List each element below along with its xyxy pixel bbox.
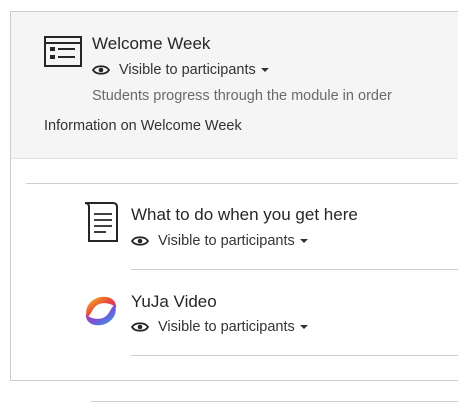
eye-icon: [92, 65, 110, 75]
eye-icon: [131, 236, 149, 246]
visibility-label: Visible to participants: [158, 319, 295, 335]
divider: [91, 401, 458, 402]
module-title[interactable]: Welcome Week: [92, 34, 210, 54]
caret-down-icon: [299, 325, 308, 329]
divider: [131, 269, 458, 270]
item-visibility-dropdown[interactable]: Visible to participants: [131, 233, 308, 249]
divider: [26, 183, 458, 184]
module-visibility-dropdown[interactable]: Visible to participants: [92, 62, 269, 78]
learning-module-icon: [44, 36, 82, 67]
item-title[interactable]: What to do when you get here: [131, 205, 358, 225]
item-title[interactable]: YuJa Video: [131, 292, 217, 312]
module-header: Welcome Week Visible to participants Stu…: [11, 12, 458, 159]
learning-module: Welcome Week Visible to participants Stu…: [10, 11, 458, 381]
eye-icon: [131, 322, 149, 332]
visibility-label: Visible to participants: [119, 62, 256, 78]
visibility-label: Visible to participants: [158, 233, 295, 249]
item-visibility-dropdown[interactable]: Visible to participants: [131, 319, 308, 335]
module-description: Students progress through the module in …: [92, 88, 392, 104]
divider: [131, 355, 458, 356]
caret-down-icon: [299, 239, 308, 243]
yuja-logo: [85, 296, 117, 326]
caret-down-icon: [260, 68, 269, 72]
module-info: Information on Welcome Week: [44, 118, 242, 134]
document-icon: [84, 202, 118, 242]
